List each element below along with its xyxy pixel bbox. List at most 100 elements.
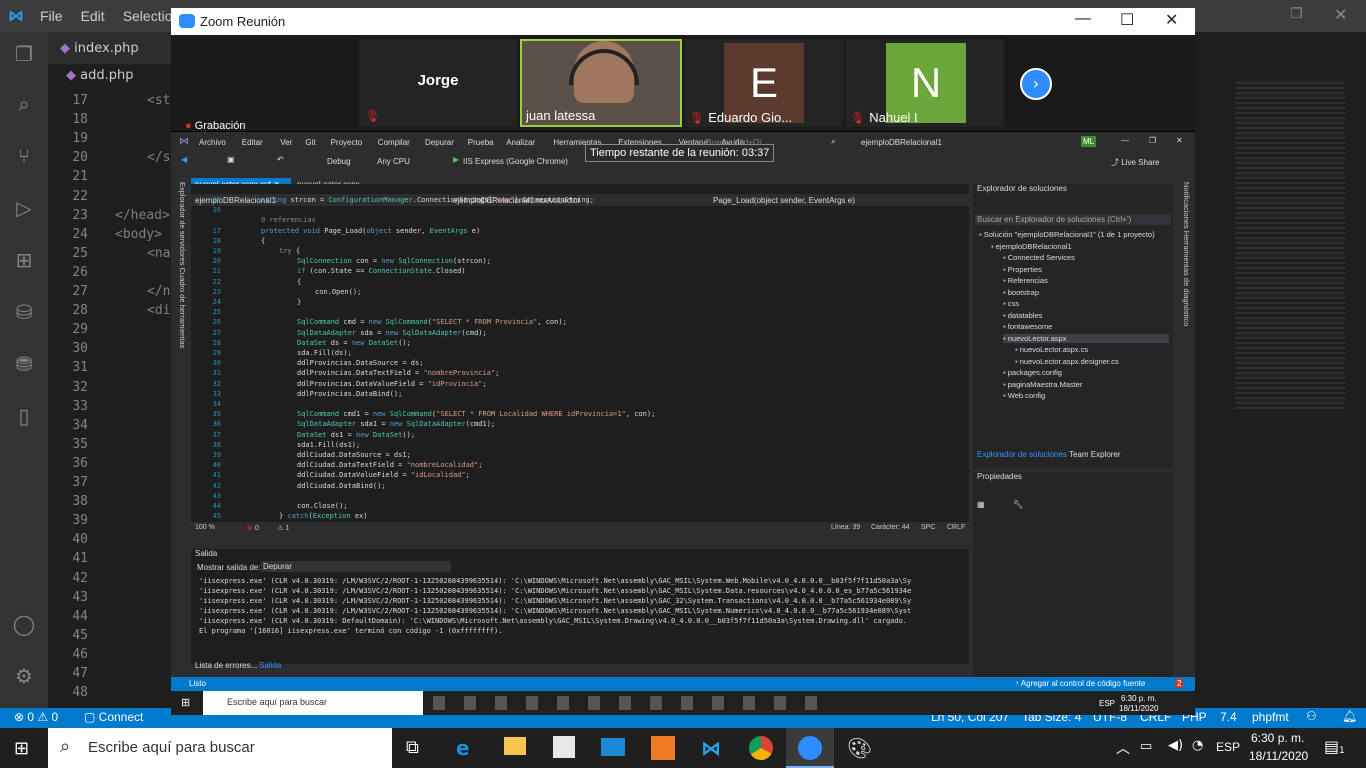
file-explorer-icon[interactable] xyxy=(504,737,526,755)
close-window-icon[interactable]: ✕ xyxy=(1334,5,1347,24)
solution-item[interactable]: ▪ Properties xyxy=(1003,265,1042,274)
source-control-icon[interactable]: ⑂ xyxy=(10,142,38,170)
mail-icon[interactable] xyxy=(601,738,625,756)
restore-window-icon[interactable]: ❐ xyxy=(1290,6,1303,22)
store-icon[interactable] xyxy=(553,736,575,758)
code-editor[interactable]: <st </s </head> <body> <na </n <di xyxy=(115,88,175,708)
solution-item[interactable]: ▪ Web.config xyxy=(1003,391,1045,400)
error-count[interactable]: ⊗ 0 xyxy=(247,524,259,532)
database-icon[interactable]: ⛁ xyxy=(10,298,38,326)
database2-icon[interactable]: ⛃ xyxy=(10,350,38,378)
source-control-button[interactable]: ↑ Agregar al control de código fuente xyxy=(1015,679,1145,688)
solution-item[interactable]: ▪ Connected Services xyxy=(1003,253,1075,262)
vs-menu-git[interactable]: Git xyxy=(305,138,315,147)
maximize-icon[interactable]: ☐ xyxy=(1120,10,1134,30)
solution-item[interactable]: ▪ bootstrap xyxy=(1003,288,1039,297)
tab-add-php[interactable]: ◆ add.php xyxy=(48,64,171,86)
solution-item[interactable]: ▪ packages.config xyxy=(1003,368,1062,377)
warning-count[interactable]: ⚠ 1 xyxy=(277,524,289,532)
extensions-icon[interactable]: ⊞ xyxy=(10,246,38,274)
server-explorer-rail[interactable]: Explorador de servidores Cuadro de herra… xyxy=(175,182,187,362)
categorized-icon[interactable]: ▦ xyxy=(977,500,985,509)
undo-icon[interactable]: ↶ xyxy=(277,155,284,164)
vs-menu-prueba[interactable]: Prueba xyxy=(468,138,494,147)
shared-search-box[interactable]: Escribe aquí para buscar xyxy=(203,691,423,715)
output-panel[interactable]: Salida Mostrar salida de: Depurar 'iisex… xyxy=(191,549,969,664)
vs-close-icon[interactable]: ✕ xyxy=(1176,136,1183,145)
run-target[interactable]: IIS Express (Google Chrome) xyxy=(463,157,568,166)
platform-select[interactable]: Any CPU xyxy=(377,157,410,166)
back-icon[interactable]: ◀ xyxy=(181,155,187,164)
notifications-rail[interactable]: Notificaciones Herramientas de diagnósti… xyxy=(1179,182,1191,382)
solution-item[interactable]: ▪ Solución "ejemploDBRelacional1" (1 de … xyxy=(979,230,1155,239)
menu-file[interactable]: File xyxy=(40,8,63,24)
start-icon[interactable]: ⊞ xyxy=(181,696,190,709)
book-icon[interactable]: ▯ xyxy=(10,402,38,430)
nav-method[interactable]: Page_Load(object sender, EventArgs e) xyxy=(713,196,855,205)
solution-item[interactable]: ▪ nuevoLector.aspx.cs xyxy=(1015,345,1088,354)
problems-indicator[interactable]: ⊗ 0 ⚠ 0 xyxy=(14,710,58,724)
vs-menu-analizar[interactable]: Analizar xyxy=(506,138,535,147)
participant-tile-jorge[interactable]: Jorge 🎙︎ xyxy=(359,39,517,127)
feedback-icon[interactable]: ⚇ xyxy=(1306,709,1317,723)
vs-restore-icon[interactable]: ❐ xyxy=(1149,136,1156,145)
menu-edit[interactable]: Edit xyxy=(81,8,105,24)
vs-minimize-icon[interactable]: — xyxy=(1121,136,1129,145)
solution-item[interactable]: ▪ nuevoLector.aspx.designer.cs xyxy=(1015,357,1119,366)
input-language[interactable]: ESP xyxy=(1216,740,1240,754)
vs-menu-archivo[interactable]: Archivo xyxy=(199,138,226,147)
vs-menu-compilar[interactable]: Compilar xyxy=(378,138,410,147)
vs-menu-depurar[interactable]: Depurar xyxy=(425,138,454,147)
tab-team-explorer[interactable]: Team Explorer xyxy=(1069,450,1121,459)
participant-tile-juan[interactable]: juan latessa xyxy=(520,39,682,127)
solution-search[interactable]: Buscar en Explorador de soluciones (Ctrl… xyxy=(975,214,1171,225)
vs-menu-proyecto[interactable]: Proyecto xyxy=(331,138,363,147)
run-debug-icon[interactable]: ▷ xyxy=(10,194,38,222)
code-editor[interactable]: ejemploDBRelacional1 ejemploDBRelacional… xyxy=(191,184,969,534)
solution-item[interactable]: ▪ nuevoLector.aspx xyxy=(1003,333,1169,343)
tab-solution-explorer[interactable]: Explorador de soluciones xyxy=(977,450,1067,459)
next-page-button[interactable]: › xyxy=(1020,68,1052,100)
participant-tile-eduardo[interactable]: E 🎙︎ Eduardo Gio... xyxy=(685,39,843,127)
show-hidden-icons[interactable]: ︿ xyxy=(1116,738,1130,758)
clock-date[interactable]: 18/11/2020 xyxy=(1249,749,1308,763)
vscode-taskbar-icon[interactable]: ⋈ xyxy=(701,736,721,760)
config-select[interactable]: Debug xyxy=(327,157,351,166)
solution-item[interactable]: ▪ css xyxy=(1003,299,1019,308)
participant-tile-nahuel[interactable]: N 🎙︎ Nahuel I xyxy=(846,39,1004,127)
minimap[interactable] xyxy=(1195,32,1366,708)
vs-user-avatar[interactable]: ML xyxy=(1081,136,1097,147)
output-source-select[interactable]: Depurar xyxy=(261,561,451,572)
notifications-bell-icon[interactable]: 🔔︎ xyxy=(1342,709,1357,723)
xampp-icon[interactable] xyxy=(651,736,675,760)
solution-item[interactable]: ▪ datatables xyxy=(1003,311,1042,320)
solution-item[interactable]: ▪ ejemploDBRelacional1 xyxy=(991,242,1072,251)
notification-badge[interactable]: 2 xyxy=(1175,679,1184,688)
vs-menu-editar[interactable]: Editar xyxy=(242,138,263,147)
task-view-icon[interactable]: ⧉ xyxy=(406,737,419,758)
action-center-icon[interactable]: ▤ xyxy=(1324,737,1339,756)
zoom-taskbar-icon[interactable] xyxy=(786,728,834,768)
solution-item[interactable]: ▪ paginaMaestra.Master xyxy=(1003,380,1082,389)
chrome-icon[interactable] xyxy=(749,736,773,760)
volume-icon[interactable]: ◀) xyxy=(1168,738,1183,753)
edge-icon[interactable]: e xyxy=(456,736,470,760)
zoom-level[interactable]: 100 % xyxy=(195,524,215,531)
wrench-icon[interactable]: 🔧︎ xyxy=(1013,500,1023,509)
account-icon[interactable]: ◯ xyxy=(10,610,38,638)
bottom-tab-output[interactable]: Salida xyxy=(259,661,281,670)
connect-button[interactable]: ▢ Connect xyxy=(84,710,143,724)
tab-index-php[interactable]: ◆ index.php xyxy=(48,32,171,64)
battery-icon[interactable]: ▭ xyxy=(1140,739,1152,754)
wifi-icon[interactable]: ◔ xyxy=(1192,738,1203,753)
php-version[interactable]: 7.4 xyxy=(1220,710,1237,724)
explorer-icon[interactable]: ❐ xyxy=(10,40,38,68)
windows-start-icon[interactable]: ⊞ xyxy=(14,738,29,759)
live-share-button[interactable]: ⤴ Live Share xyxy=(1111,157,1159,168)
close-icon[interactable]: ✕ xyxy=(1165,10,1178,30)
editor-code[interactable]: 15 string strcon = ConfigurationManager.C… xyxy=(213,196,953,524)
paint-icon[interactable]: 🎨︎ xyxy=(847,736,872,760)
formatter[interactable]: phpfmt xyxy=(1252,710,1289,724)
minimize-icon[interactable]: — xyxy=(1075,10,1091,28)
settings-gear-icon[interactable]: ⚙ xyxy=(10,662,38,690)
